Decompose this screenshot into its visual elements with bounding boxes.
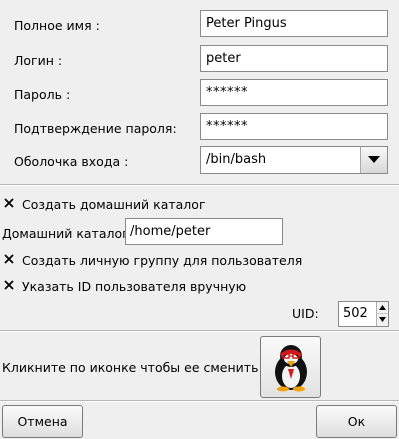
shell-label: Оболочка входа : <box>14 154 129 169</box>
create-group-label: Создать личную группу для пользователя <box>22 253 303 268</box>
cancel-button[interactable]: Отмена <box>2 405 83 438</box>
add-user-dialog: Полное имя : Peter Pingus Логин : peter … <box>0 0 399 439</box>
shell-dropdown-button[interactable] <box>360 147 387 173</box>
icon-hint-label: Кликните по иконке чтобы ее сменить <box>2 360 259 375</box>
home-dir-label: Домашний каталог: <box>2 226 133 241</box>
uid-label: UID: <box>292 306 319 321</box>
manual-uid-label: Указать ID пользователя вручную <box>22 279 247 294</box>
uid-spinbox[interactable]: 502 <box>338 301 389 327</box>
password-label: Пароль : <box>14 87 71 102</box>
full-name-label: Полное имя : <box>14 18 100 33</box>
separator <box>0 400 399 402</box>
home-dir-field[interactable]: /home/peter <box>125 218 283 245</box>
login-field[interactable]: peter <box>200 45 388 72</box>
login-label: Логин : <box>14 53 63 68</box>
arrow-down-icon <box>379 317 386 322</box>
shell-combobox[interactable]: /bin/bash <box>200 146 388 174</box>
separator <box>0 330 399 332</box>
uid-decrement-button[interactable] <box>376 314 388 326</box>
password-confirm-field[interactable]: ****** <box>200 113 388 140</box>
chevron-down-icon <box>368 156 380 163</box>
user-icon-button[interactable] <box>260 336 321 398</box>
create-home-label: Создать домашний каталог <box>22 197 206 212</box>
create-group-checkbox[interactable] <box>3 253 16 266</box>
full-name-field[interactable]: Peter Pingus <box>200 10 388 37</box>
uid-value: 502 <box>343 306 368 321</box>
arrow-up-icon <box>379 305 386 310</box>
penguin-avatar-icon <box>275 345 307 392</box>
ok-button[interactable]: Ок <box>316 405 397 438</box>
password-field[interactable]: ****** <box>200 79 388 106</box>
separator <box>0 184 399 186</box>
checkmark-x-icon <box>4 254 14 264</box>
checkmark-x-icon <box>4 280 14 290</box>
shell-value: /bin/bash <box>206 152 267 167</box>
uid-increment-button[interactable] <box>376 302 388 314</box>
checkmark-x-icon <box>4 198 14 208</box>
password-confirm-label: Подтверждение пароля: <box>14 121 177 136</box>
manual-uid-checkbox[interactable] <box>3 279 16 292</box>
create-home-checkbox[interactable] <box>3 197 16 210</box>
